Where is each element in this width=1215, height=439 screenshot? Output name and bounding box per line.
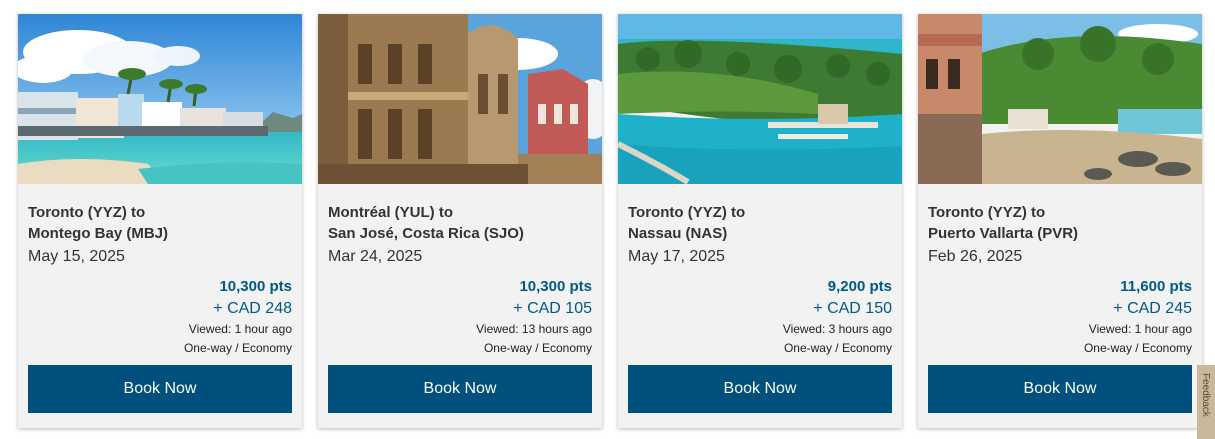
fare-type: One-way / Economy	[183, 341, 292, 355]
cash-price: + CAD 248	[213, 300, 292, 317]
book-now-button[interactable]: Book Now	[628, 365, 892, 413]
route-label: Toronto (YYZ) to Montego Bay (MBJ)	[28, 202, 292, 244]
fare-type: One-way / Economy	[783, 341, 892, 355]
route-label: Toronto (YYZ) to Puerto Vallarta (PVR)	[928, 202, 1192, 244]
route-origin: Toronto (YYZ) to	[28, 204, 146, 221]
points-price: 9,200 pts	[827, 278, 892, 295]
points-price: 10,300 pts	[219, 278, 292, 295]
destination-photo[interactable]	[618, 14, 902, 184]
fare-type: One-way / Economy	[483, 341, 592, 355]
book-now-button[interactable]: Book Now	[28, 365, 292, 413]
route-label: Toronto (YYZ) to Nassau (NAS)	[628, 202, 892, 244]
feedback-tab-label: Feedback	[1200, 373, 1211, 417]
cash-price: + CAD 105	[513, 300, 592, 317]
route-destination: San José, Costa Rica (SJO)	[328, 225, 524, 242]
route-label: Montréal (YUL) to San José, Costa Rica (…	[328, 202, 592, 244]
book-now-button[interactable]: Book Now	[328, 365, 592, 413]
points-price: 11,600 pts	[1120, 278, 1192, 295]
destination-card[interactable]: Toronto (YYZ) to Puerto Vallarta (PVR) F…	[918, 14, 1202, 428]
route-origin: Toronto (YYZ) to	[628, 204, 746, 221]
feedback-tab[interactable]: Feedback	[1197, 365, 1215, 439]
destination-photo[interactable]	[318, 14, 602, 184]
destination-card[interactable]: Toronto (YYZ) to Nassau (NAS) May 17, 20…	[618, 14, 902, 428]
travel-date: May 15, 2025	[28, 248, 125, 265]
book-now-button[interactable]: Book Now	[928, 365, 1192, 413]
points-price: 10,300 pts	[519, 278, 592, 295]
viewed-timestamp: Viewed: 13 hours ago	[476, 322, 592, 336]
fare-type: One-way / Economy	[1083, 341, 1192, 355]
viewed-timestamp: Viewed: 1 hour ago	[1088, 322, 1192, 336]
travel-date: Mar 24, 2025	[328, 248, 423, 265]
travel-date: Feb 26, 2025	[928, 248, 1023, 265]
destination-photo[interactable]	[18, 14, 302, 184]
destination-card[interactable]: Montréal (YUL) to San José, Costa Rica (…	[318, 14, 602, 428]
viewed-timestamp: Viewed: 1 hour ago	[188, 322, 292, 336]
route-destination: Nassau (NAS)	[628, 225, 728, 242]
route-origin: Toronto (YYZ) to	[928, 204, 1046, 221]
route-destination: Montego Bay (MBJ)	[28, 225, 168, 242]
cash-price: + CAD 150	[813, 300, 892, 317]
viewed-timestamp: Viewed: 3 hours ago	[782, 322, 892, 336]
destination-card[interactable]: Toronto (YYZ) to Montego Bay (MBJ) May 1…	[18, 14, 302, 428]
route-origin: Montréal (YUL) to	[328, 204, 453, 221]
cash-price: + CAD 245	[1113, 300, 1192, 317]
travel-date: May 17, 2025	[628, 248, 725, 265]
recent-searches-cards: Toronto (YYZ) to Montego Bay (MBJ) May 1…	[18, 14, 1208, 428]
destination-photo[interactable]	[918, 14, 1202, 184]
route-destination: Puerto Vallarta (PVR)	[928, 225, 1079, 242]
